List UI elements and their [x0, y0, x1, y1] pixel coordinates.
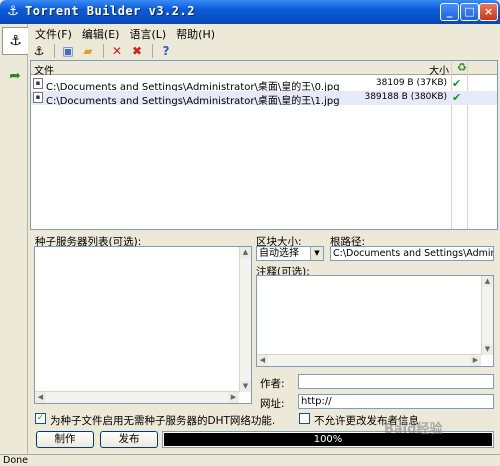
menu-bar: 文件(F) 编辑(E) 语言(L) 帮助(H) [30, 25, 220, 42]
anchor-icon: ⚓ [9, 33, 22, 49]
menu-language[interactable]: 语言(L) [124, 25, 171, 42]
remove-icon[interactable]: ✕ [108, 43, 126, 59]
column-header-size[interactable]: 大小 [429, 62, 449, 77]
sidebar-tab-publish[interactable]: ➦ [2, 62, 28, 90]
url-input[interactable]: http:// [298, 394, 494, 409]
column-header-file[interactable]: 文件 [34, 62, 54, 77]
scroll-down-icon[interactable]: ▼ [240, 381, 251, 392]
file-list[interactable]: 文件 大小 ♻ ▪ C:\Documents and Settings\Admi… [30, 60, 498, 230]
help-icon[interactable]: ? [157, 43, 175, 59]
minimize-button[interactable]: _ [440, 3, 459, 21]
scroll-right-icon[interactable]: ▶ [228, 392, 239, 403]
make-button[interactable]: 制作 [36, 431, 94, 448]
check-icon: ✔ [452, 91, 462, 104]
scroll-left-icon[interactable]: ◀ [35, 392, 46, 403]
table-row[interactable]: ▪ C:\Documents and Settings\Administrato… [31, 77, 497, 93]
image-file-icon: ▪ [33, 78, 43, 89]
scroll-up-icon[interactable]: ▲ [482, 276, 493, 287]
chevron-down-icon[interactable]: ▼ [310, 247, 323, 260]
app-window: ⚓ Torrent Builder v3.2.2 _ □ × ⚓ ➦ 文件(F)… [0, 0, 500, 466]
dht-option-label: 为种子文件启用无需种子服务器的DHT网络功能. [50, 415, 276, 427]
file-size: 389188 B (380KB) [364, 92, 447, 102]
add-folder-icon[interactable]: ▰ [79, 43, 97, 59]
scroll-down-icon[interactable]: ▼ [482, 344, 493, 355]
clear-icon[interactable]: ✖ [128, 43, 146, 59]
sidebar-tab-build[interactable]: ⚓ [2, 27, 28, 55]
menu-file[interactable]: 文件(F) [30, 25, 77, 42]
file-name: C:\Documents and Settings\Administrator\… [46, 96, 340, 107]
progress-text: 100% [313, 434, 343, 445]
watermark: Baid经验 [384, 422, 443, 437]
check-icon: ✔ [452, 77, 462, 90]
url-label: 网址: [260, 398, 285, 410]
piece-size-value: 自动选择 [259, 248, 299, 259]
add-file-icon[interactable]: ▣ [59, 43, 77, 59]
sidebar: ⚓ ➦ [0, 24, 28, 454]
refresh-status-icon[interactable]: ♻ [457, 61, 467, 74]
anchor-icon: ⚓ [7, 4, 19, 19]
progress-bar: 100% [162, 431, 494, 448]
maximize-button[interactable]: □ [460, 3, 479, 21]
author-input[interactable] [298, 374, 494, 389]
publish-arrow-icon: ➦ [9, 68, 21, 84]
piece-size-select[interactable]: 自动选择 ▼ [256, 246, 324, 261]
title-bar[interactable]: ⚓ Torrent Builder v3.2.2 _ □ × [0, 0, 500, 24]
table-row[interactable]: ▪ C:\Documents and Settings\Administrato… [31, 91, 497, 107]
vertical-scrollbar[interactable]: ▲ ▼ [239, 247, 251, 392]
menu-help[interactable]: 帮助(H) [171, 25, 220, 42]
file-size: 38109 B (37KB) [375, 78, 447, 88]
root-path-input[interactable]: C:\Documents and Settings\Administrator\ [330, 246, 494, 261]
scroll-left-icon[interactable]: ◀ [257, 355, 268, 366]
status-text: Done [3, 455, 28, 466]
toolbar-separator [103, 44, 104, 58]
scroll-up-icon[interactable]: ▲ [240, 247, 251, 258]
close-button[interactable]: × [479, 3, 498, 21]
image-file-icon: ▪ [33, 92, 43, 103]
horizontal-scrollbar[interactable]: ◀ ▶ [35, 391, 239, 403]
author-label: 作者: [260, 378, 285, 390]
vertical-scrollbar[interactable]: ▲ ▼ [481, 276, 493, 355]
no-modify-checkbox[interactable] [299, 413, 310, 424]
publish-button[interactable]: 发布 [100, 431, 158, 448]
anchor-icon[interactable]: ⚓ [30, 43, 48, 59]
window-title: Torrent Builder v3.2.2 [25, 4, 195, 18]
dht-checkbox[interactable]: ✓ [35, 413, 46, 424]
horizontal-scrollbar[interactable]: ◀ ▶ [257, 354, 481, 366]
toolbar-separator [152, 44, 153, 58]
status-bar: Done [0, 454, 500, 466]
tracker-list-textarea[interactable]: ▲ ▼ ◀ ▶ [34, 246, 252, 404]
scroll-right-icon[interactable]: ▶ [470, 355, 481, 366]
file-list-header: 文件 大小 ♻ [31, 61, 497, 77]
menu-edit[interactable]: 编辑(E) [77, 25, 125, 42]
toolbar-separator [54, 44, 55, 58]
toolbar: ⚓ ▣ ▰ ✕ ✖ ? [30, 42, 498, 60]
comment-textarea[interactable]: ▲ ▼ ◀ ▶ [256, 275, 494, 367]
